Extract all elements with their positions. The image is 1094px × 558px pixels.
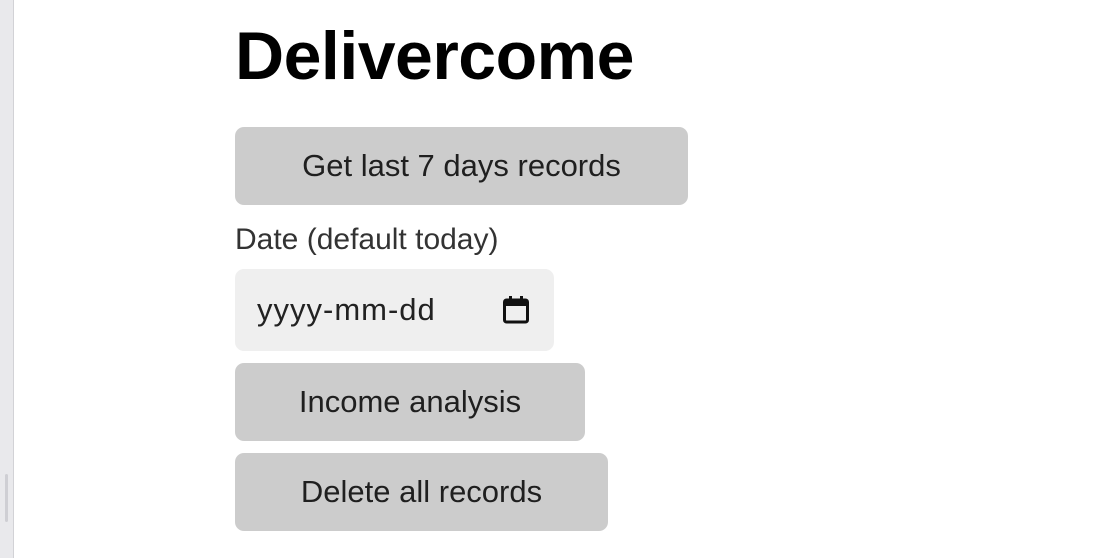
get-last-7-days-button[interactable]: Get last 7 days records (235, 127, 688, 205)
calendar-icon[interactable] (502, 295, 530, 325)
date-input[interactable]: yyyy-mm-dd (235, 269, 554, 351)
delete-all-records-button[interactable]: Delete all records (235, 453, 608, 531)
date-placeholder: yyyy-mm-dd (257, 292, 436, 327)
resize-handle[interactable] (5, 474, 8, 522)
date-label: Date (default today) (235, 223, 499, 256)
window-edge (0, 0, 14, 558)
page-title: Delivercome (235, 18, 634, 94)
income-analysis-button[interactable]: Income analysis (235, 363, 585, 441)
